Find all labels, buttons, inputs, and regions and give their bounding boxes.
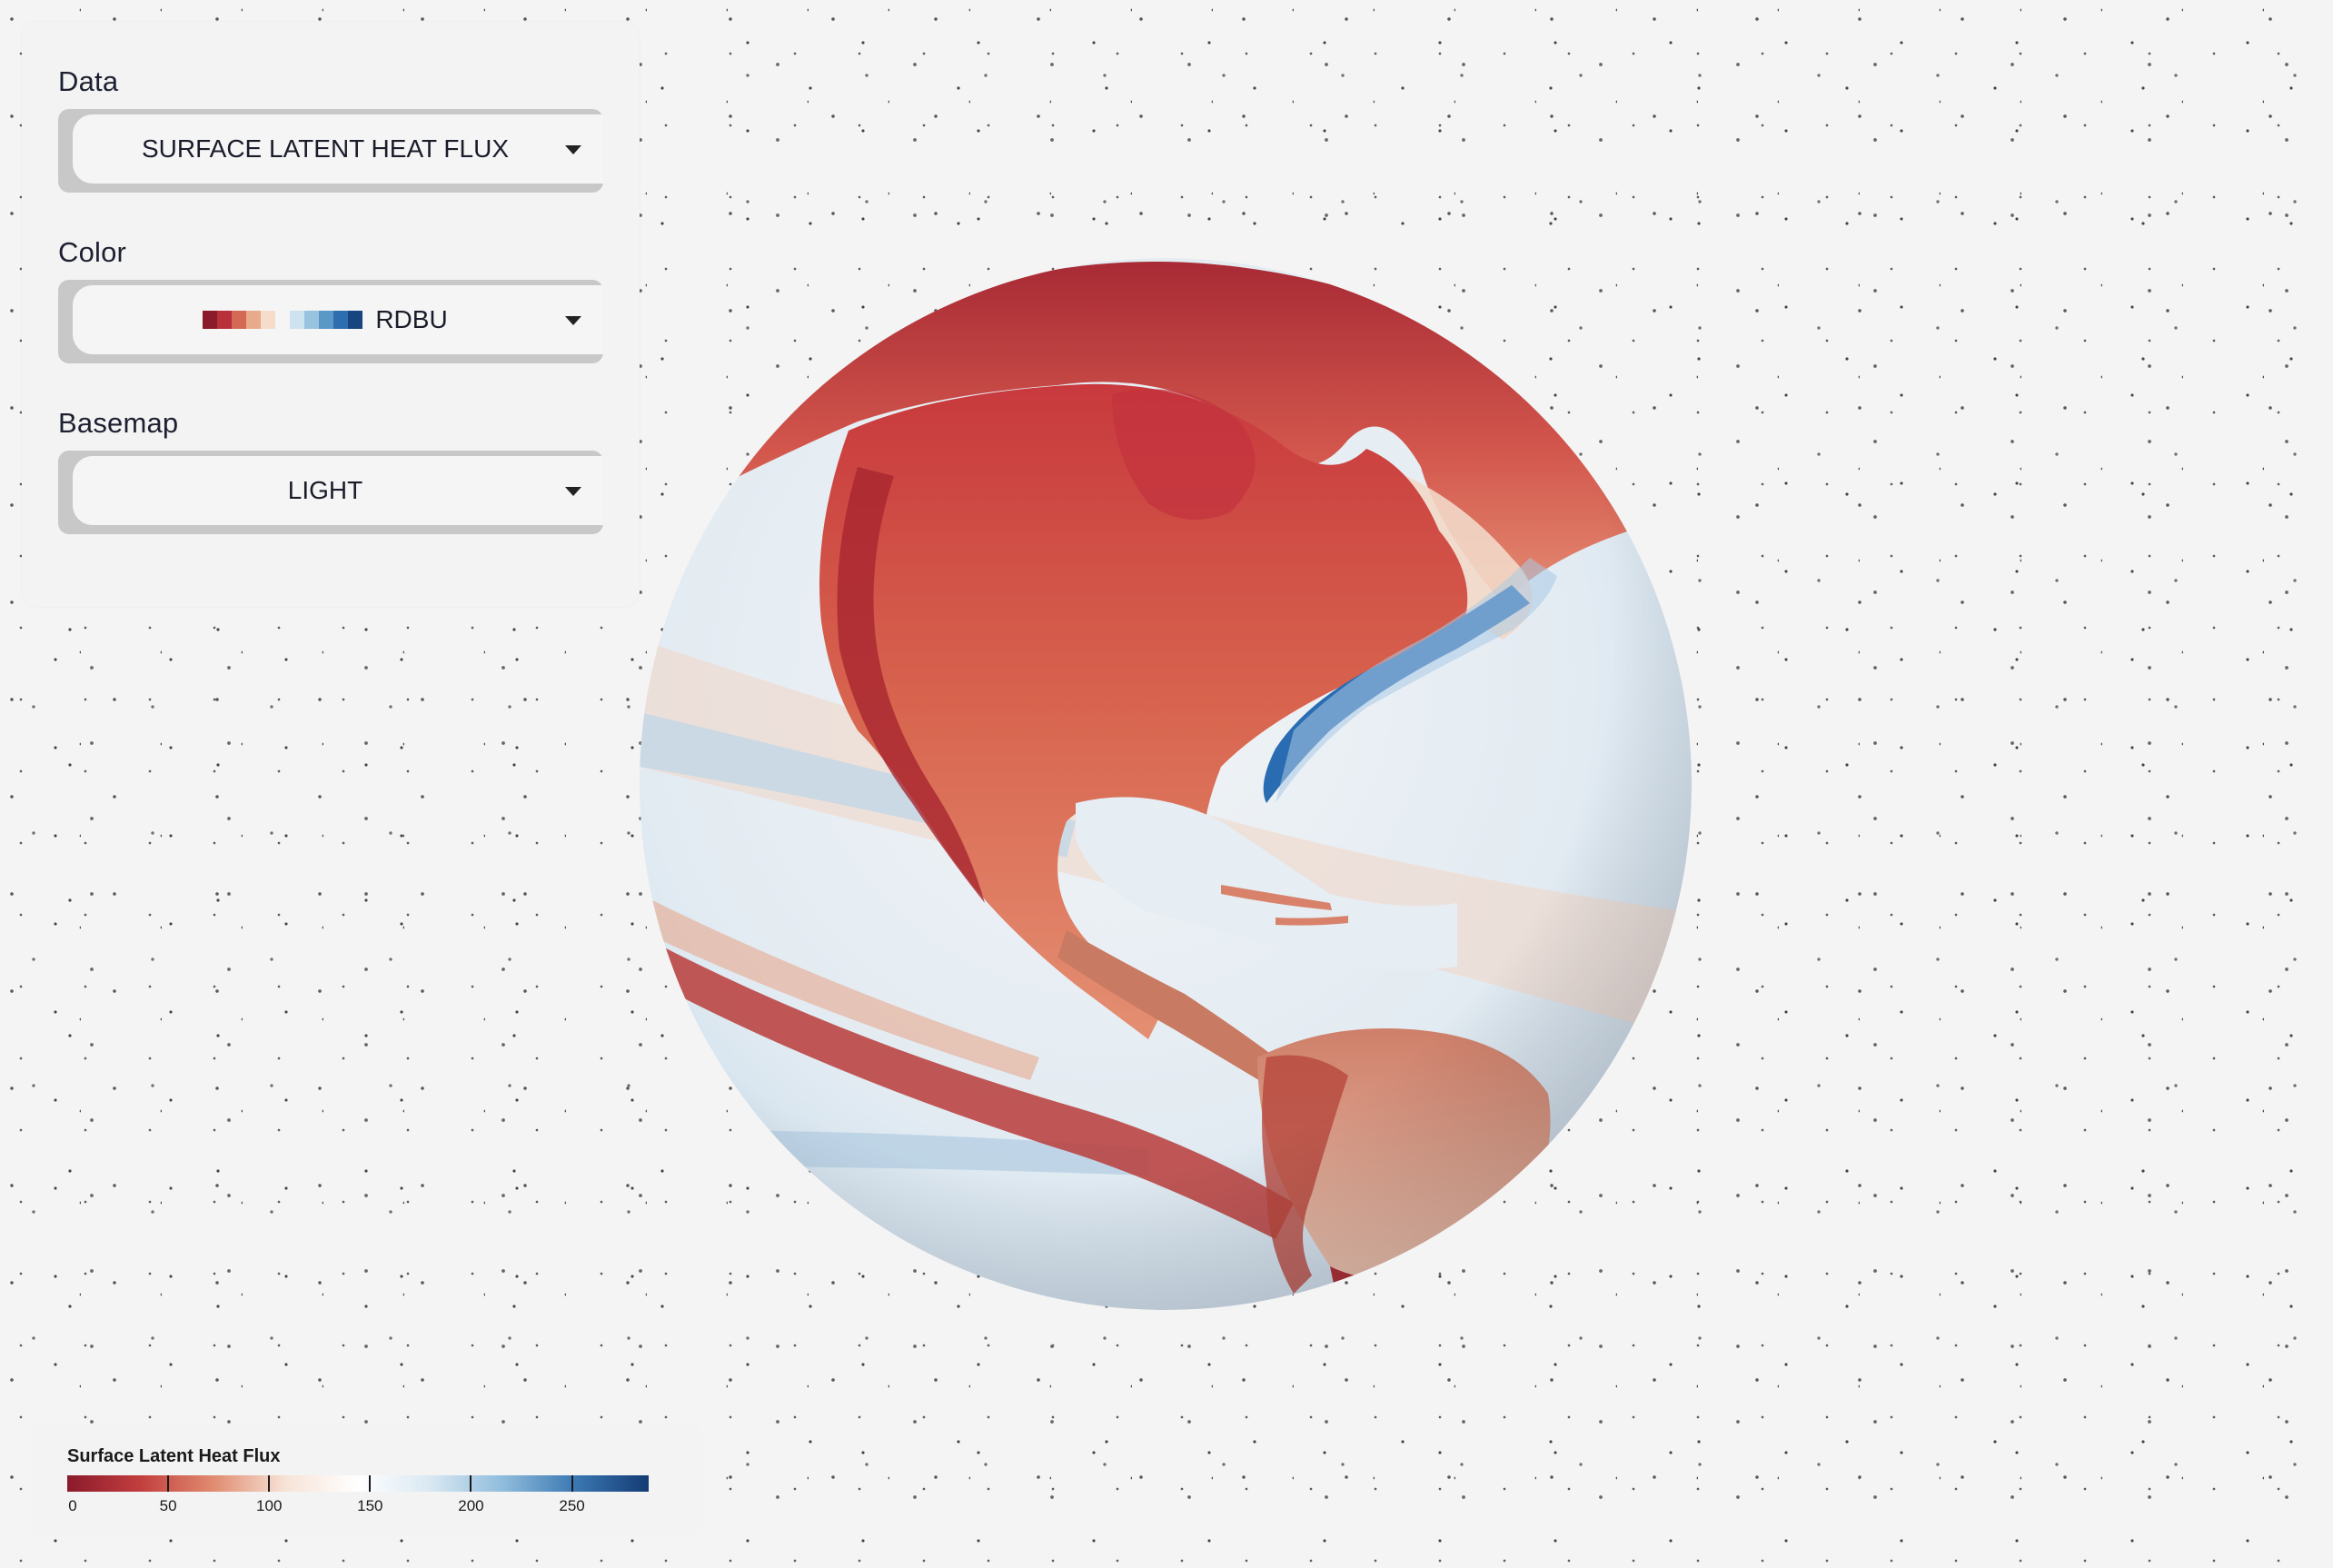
legend-tick-label: 150 (357, 1497, 383, 1514)
basemap-select[interactable]: LIGHT (58, 451, 603, 534)
basemap-select-field[interactable]: LIGHT (73, 456, 603, 525)
legend-tick-label: 50 (159, 1497, 177, 1514)
legend-color-bar (67, 1475, 649, 1492)
colormap-swatch (333, 311, 349, 329)
legend-tick-label: 0 (68, 1497, 77, 1514)
legend-tick-label: 250 (559, 1497, 585, 1514)
colormap-swatch (304, 311, 320, 329)
legend-tick-label: 200 (458, 1497, 484, 1514)
chevron-down-icon[interactable] (565, 316, 581, 325)
colormap-swatch (290, 311, 305, 329)
colormap-swatch (275, 311, 290, 329)
colormap-swatch (232, 311, 247, 329)
colormap-swatch (203, 311, 218, 329)
basemap-select-value: LIGHT (287, 476, 363, 504)
colormap-swatch (319, 311, 334, 329)
chevron-down-icon[interactable] (565, 487, 581, 496)
control-panel: Data SURFACE LATENT HEAT FLUX Color RDBU… (22, 22, 640, 607)
colormap-swatch (261, 311, 276, 329)
colormap-swatch (217, 311, 233, 329)
legend-tick-label: 100 (256, 1497, 283, 1514)
legend-tick (167, 1475, 170, 1492)
legend-tick (369, 1475, 372, 1492)
basemap-label: Basemap (58, 407, 179, 439)
data-select[interactable]: SURFACE LATENT HEAT FLUX (58, 109, 603, 193)
legend-gradient (67, 1475, 649, 1492)
chevron-down-icon[interactable] (565, 145, 581, 154)
color-select-value: RDBU (375, 305, 448, 333)
globe-map (640, 258, 1692, 1310)
color-label: Color (58, 236, 127, 268)
colormap-swatch (246, 311, 262, 329)
data-select-value: SURFACE LATENT HEAT FLUX (141, 134, 510, 163)
color-select[interactable]: RDBU (58, 280, 603, 363)
legend-tick (571, 1475, 573, 1492)
data-label: Data (58, 65, 119, 97)
data-globe[interactable] (640, 258, 1692, 1310)
colorbar-legend: Surface Latent Heat Flux 0 50 100 150 200 250 (31, 1424, 703, 1535)
legend-tick (470, 1475, 472, 1492)
legend-tick (268, 1475, 271, 1492)
color-select-field[interactable]: RDBU (73, 285, 603, 354)
data-select-field[interactable]: SURFACE LATENT HEAT FLUX (73, 114, 603, 184)
colormap-swatch-icon (203, 311, 363, 329)
legend-title: Surface Latent Heat Flux (67, 1446, 281, 1466)
colormap-swatch (348, 311, 363, 329)
